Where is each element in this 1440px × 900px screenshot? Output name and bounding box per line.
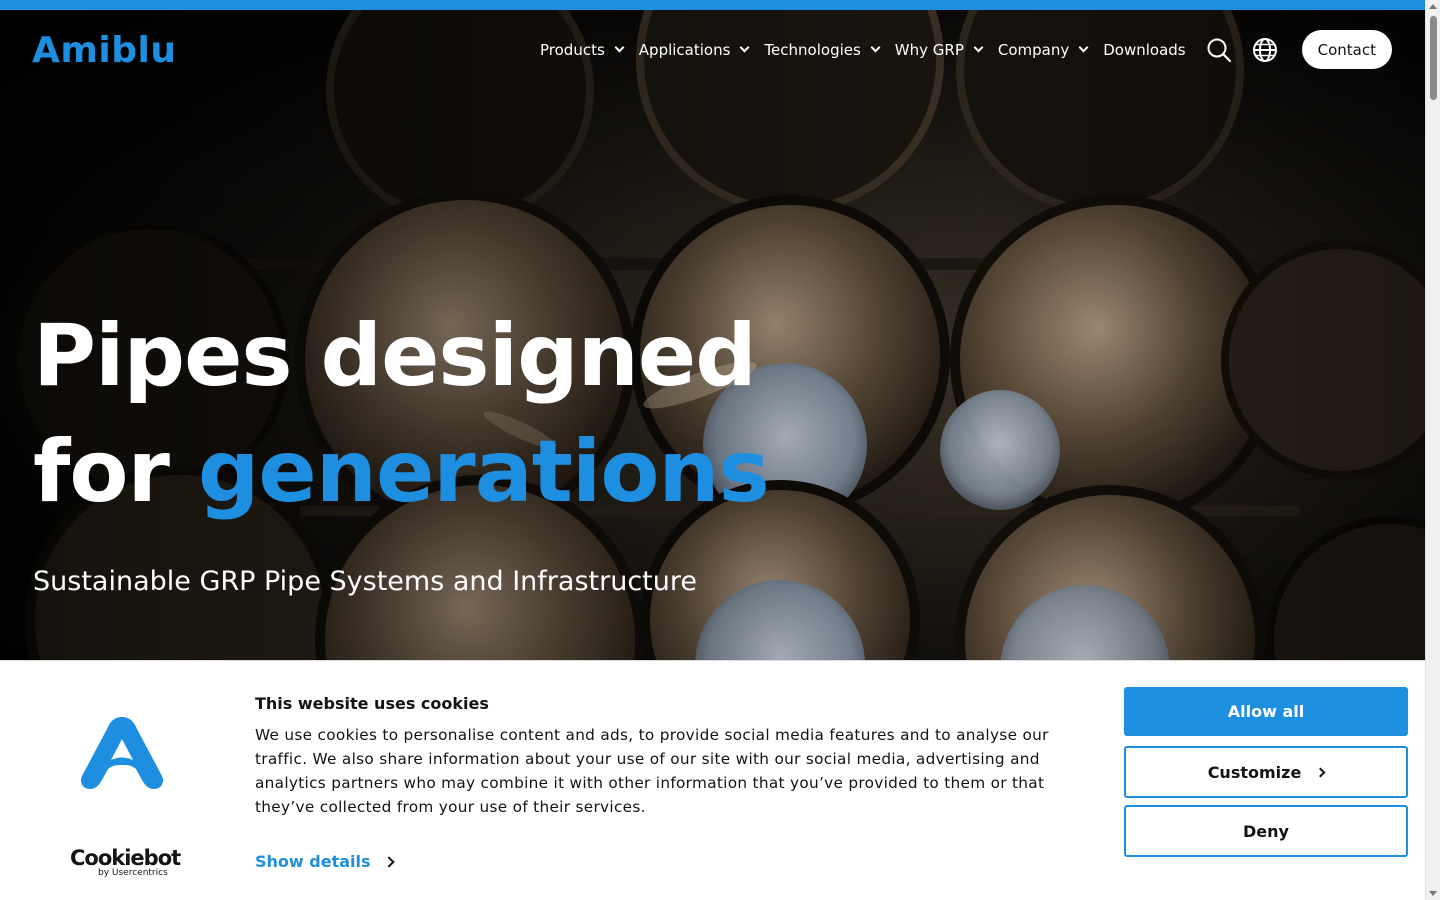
nav-item-label: Technologies <box>764 40 861 59</box>
hero-subheading: Sustainable GRP Pipe Systems and Infrast… <box>33 566 697 597</box>
nav-item-label: Downloads <box>1103 40 1186 59</box>
nav-item-downloads[interactable]: Downloads <box>1103 41 1185 59</box>
chevron-right-icon <box>382 855 395 868</box>
contact-button[interactable]: Contact <box>1301 30 1392 69</box>
nav-item-label: Products <box>540 40 605 59</box>
amiblu-logo[interactable]: Amiblu <box>32 30 176 71</box>
nav-item-label: Applications <box>638 40 731 59</box>
main-navigation: Products Applications Technologies Why G… <box>524 30 1392 69</box>
chevron-down-icon <box>973 42 984 53</box>
top-accent-bar <box>0 0 1425 10</box>
show-details-link[interactable]: Show details <box>255 852 395 871</box>
allow-all-button[interactable]: Allow all <box>1124 687 1408 736</box>
globe-icon[interactable] <box>1252 37 1278 63</box>
chevron-down-icon <box>870 42 881 53</box>
show-details-label: Show details <box>255 852 371 871</box>
chevron-down-icon <box>739 42 750 53</box>
cookiebot-sub: by Usercentrics <box>98 868 168 878</box>
scrollbar-thumb[interactable] <box>1430 16 1437 100</box>
nav-item-products[interactable]: Products <box>540 40 625 59</box>
nav-item-company[interactable]: Company <box>997 40 1089 59</box>
customize-label: Customize <box>1207 762 1302 782</box>
deny-label: Deny <box>1243 821 1289 841</box>
nav-item-label: Why GRP <box>894 40 964 59</box>
search-icon[interactable] <box>1206 37 1232 63</box>
scroll-up-arrow-icon[interactable] <box>1429 4 1437 9</box>
allow-all-label: Allow all <box>1227 702 1305 721</box>
chevron-down-icon <box>614 42 625 53</box>
customize-button[interactable]: Customize <box>1124 746 1408 798</box>
headline-line-1: Pipes designed <box>33 306 757 406</box>
cookie-description: We use cookies to personalise content an… <box>255 726 1049 816</box>
chevron-down-icon <box>1078 42 1089 53</box>
cookie-title: This website uses cookies <box>255 694 489 713</box>
nav-item-label: Company <box>997 40 1070 59</box>
nav-item-technologies[interactable]: Technologies <box>764 40 881 59</box>
amiblu-a-logo-icon <box>80 717 164 789</box>
nav-item-why-grp[interactable]: Why GRP <box>894 40 984 59</box>
headline-accent: generations <box>197 422 770 522</box>
headline-line-2-prefix: for <box>33 422 198 522</box>
nav-item-applications[interactable]: Applications <box>638 40 750 59</box>
cookiebot-name: Cookiebot <box>70 846 181 870</box>
page-scrollbar[interactable] <box>1425 0 1440 900</box>
cookie-banner: Cookiebot by Usercentrics This website u… <box>0 660 1425 900</box>
cookiebot-logo[interactable]: Cookiebot by Usercentrics <box>70 846 181 878</box>
scroll-down-arrow-icon[interactable] <box>1429 891 1437 896</box>
chevron-right-icon <box>1315 767 1326 777</box>
deny-button[interactable]: Deny <box>1124 805 1408 857</box>
hero-section: Amiblu Products Applications Technologie… <box>0 0 1425 662</box>
hero-headline: Pipes designed for generations <box>33 298 770 530</box>
